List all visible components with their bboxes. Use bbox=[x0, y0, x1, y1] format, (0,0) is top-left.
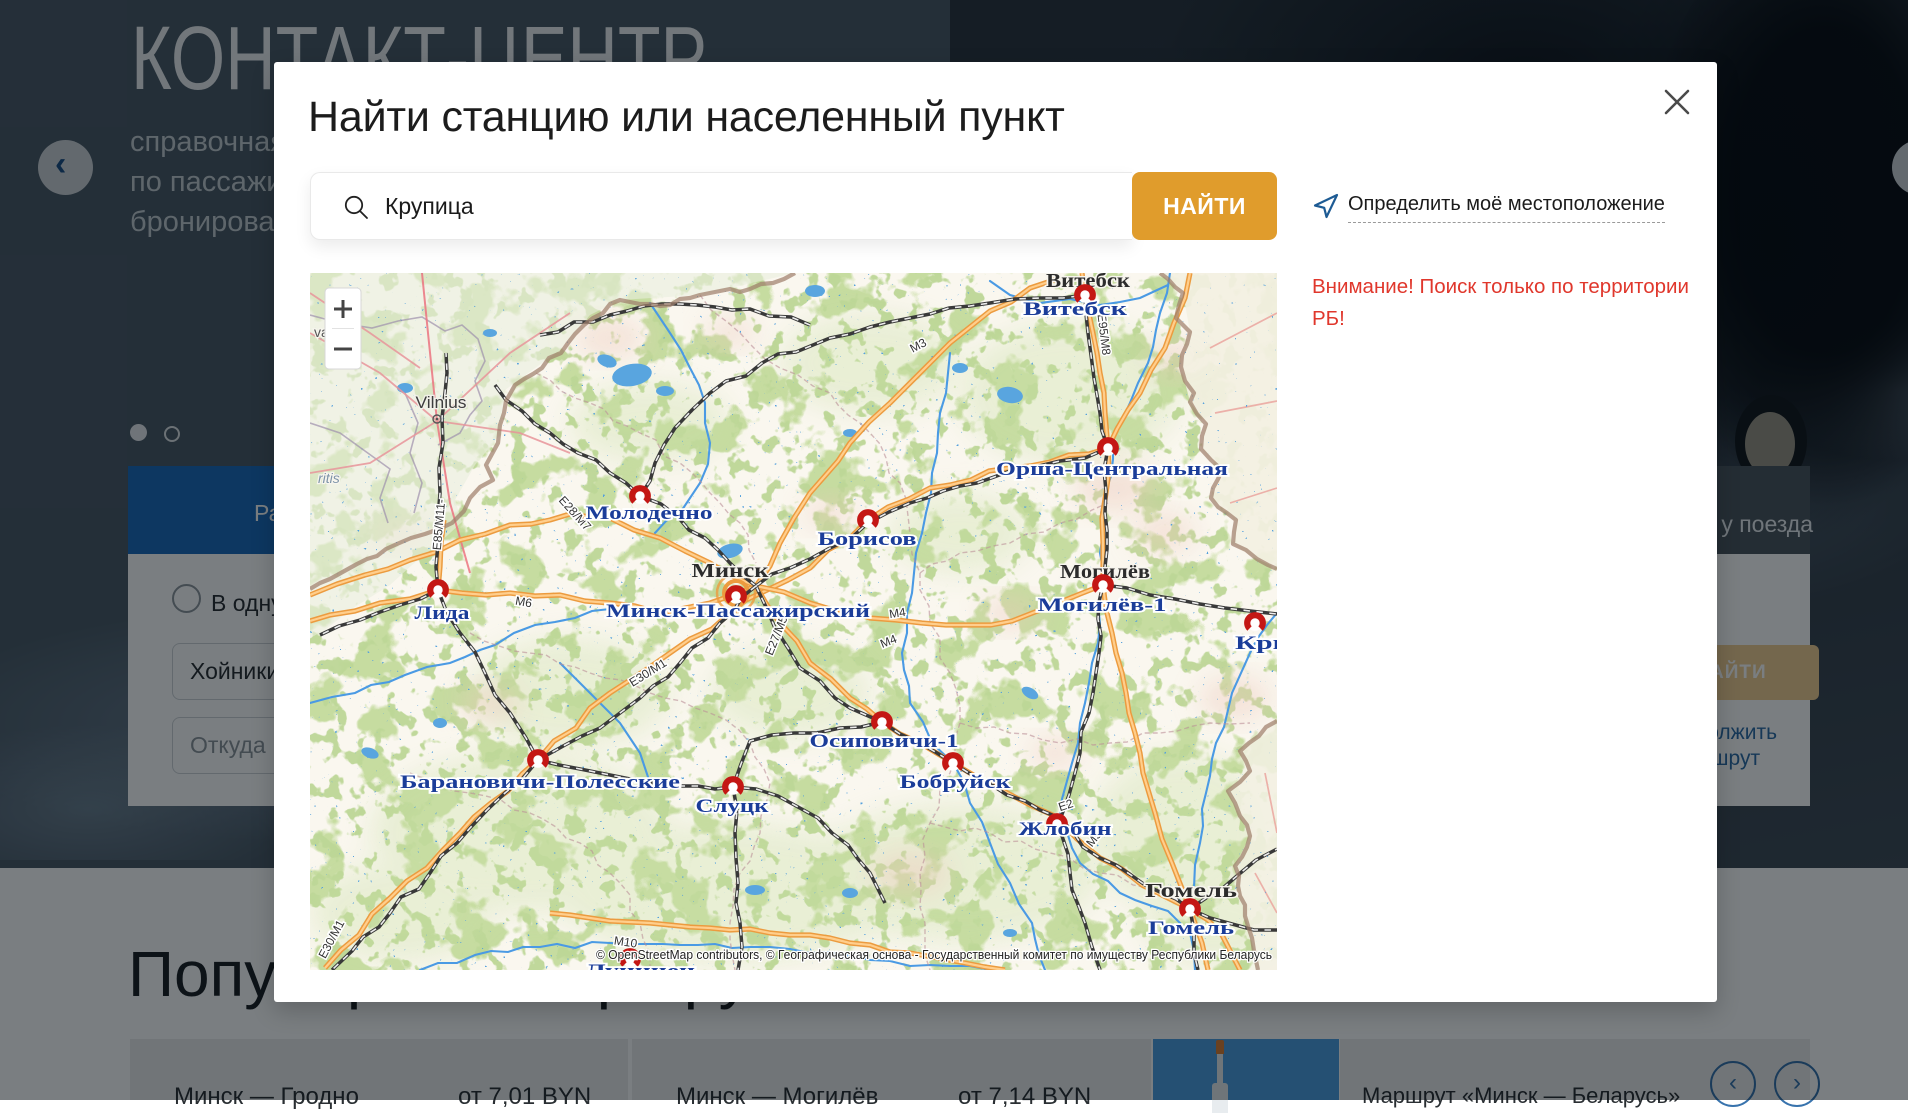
svg-text:Могилёв-1: Могилёв-1 bbox=[1038, 595, 1167, 616]
svg-text:Бобруйск: Бобруйск bbox=[900, 772, 1011, 793]
svg-text:Гомель: Гомель bbox=[1148, 918, 1234, 939]
svg-text:Борисов: Борисов bbox=[818, 529, 917, 550]
svg-text:Барановичи-Полесские: Барановичи-Полесские bbox=[400, 772, 680, 793]
svg-text:Жлобин: Жлобин bbox=[1019, 819, 1112, 840]
svg-text:ritis: ritis bbox=[318, 470, 340, 486]
svg-text:Молодечно: Молодечно bbox=[586, 503, 713, 524]
svg-text:Слуцк: Слуцк bbox=[696, 796, 769, 817]
svg-text:Орша-Центральная: Орша-Центральная bbox=[996, 459, 1228, 480]
svg-text:М6: М6 bbox=[514, 594, 533, 611]
svg-text:Осиповичи-1: Осиповичи-1 bbox=[810, 731, 959, 752]
svg-text:Кричев: Кричев bbox=[1235, 633, 1277, 654]
svg-text:Минск-Пассажирский: Минск-Пассажирский bbox=[606, 601, 870, 622]
svg-text:Лунинец: Лунинец bbox=[585, 961, 695, 970]
svg-text:© OpenStreetMap contributors,: © OpenStreetMap contributors, © Географи… bbox=[596, 948, 1272, 962]
svg-text:Минск: Минск bbox=[692, 560, 770, 582]
svg-text:М4: М4 bbox=[888, 605, 907, 621]
svg-text:Лида: Лида bbox=[415, 603, 471, 624]
svg-text:Vilnius: Vilnius bbox=[416, 393, 467, 412]
svg-text:Витебск: Витебск bbox=[1023, 299, 1127, 320]
